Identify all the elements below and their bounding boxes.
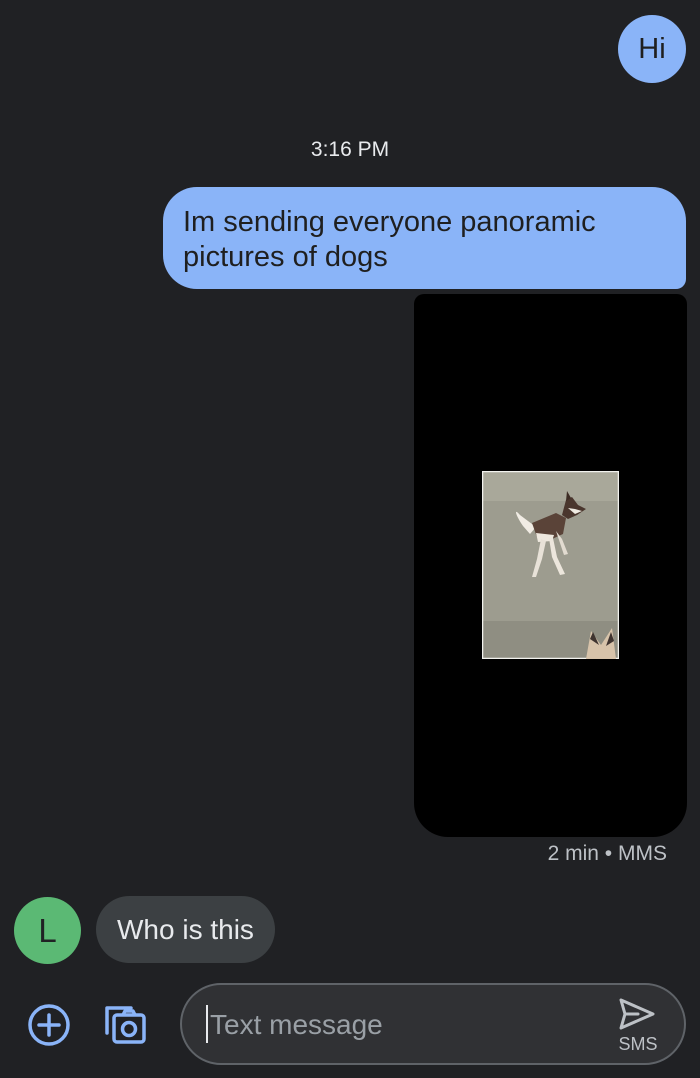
add-attachment-button[interactable] <box>26 1002 72 1048</box>
dog-photo[interactable] <box>482 471 619 659</box>
message-input[interactable] <box>204 1003 590 1047</box>
camera-gallery-button[interactable] <box>101 1000 151 1050</box>
compose-bar: SMS <box>180 983 686 1065</box>
incoming-message[interactable]: Who is this <box>96 896 275 963</box>
message-status-meta: 2 min • MMS <box>547 842 667 865</box>
send-mode-label: SMS <box>618 1034 658 1054</box>
outgoing-message-hi[interactable]: Hi <box>618 15 686 83</box>
text-cursor <box>206 1005 208 1043</box>
outgoing-message-text[interactable]: Im sending everyone panoramic pictures o… <box>163 187 686 289</box>
camera-gallery-icon <box>105 1006 146 1044</box>
send-sms-button[interactable]: SMS <box>610 993 666 1057</box>
conversation-timestamp: 3:16 PM <box>310 138 390 161</box>
contact-avatar[interactable]: L <box>14 897 81 964</box>
add-circle-icon <box>28 1004 70 1046</box>
mms-image-attachment[interactable] <box>414 294 687 837</box>
send-icon <box>619 998 655 1030</box>
